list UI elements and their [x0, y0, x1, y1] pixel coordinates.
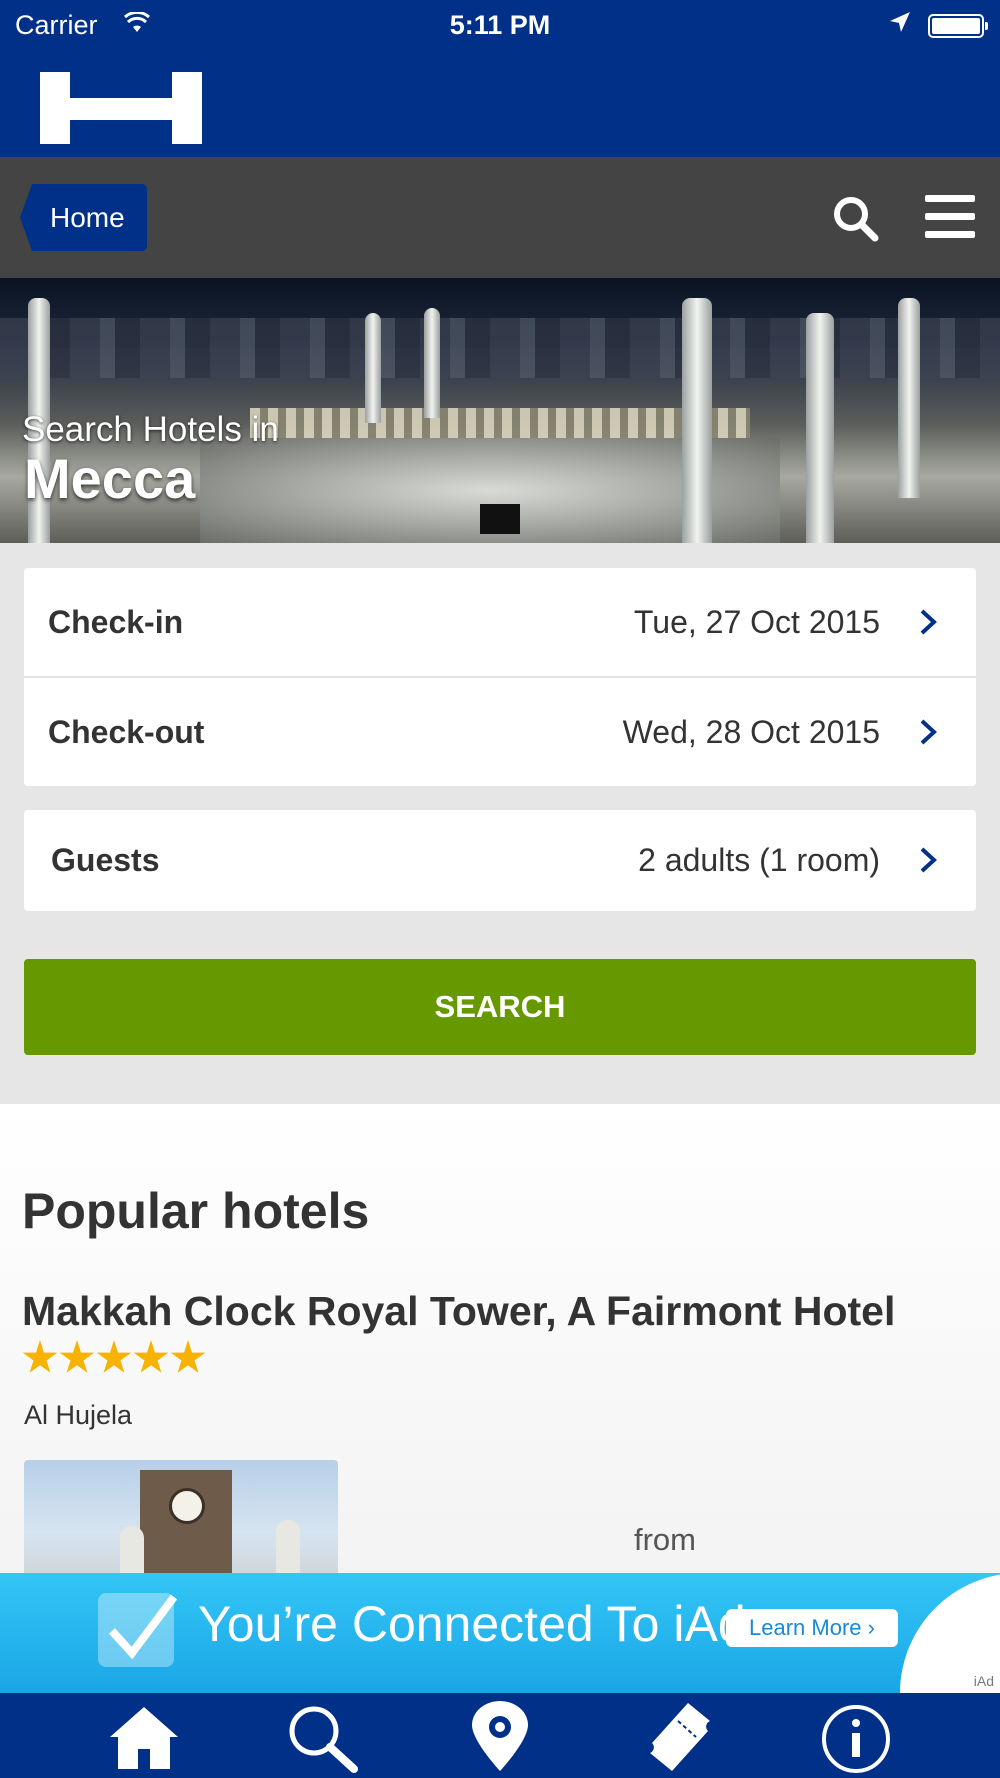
chevron-right-icon [920, 609, 937, 635]
star-icon [59, 1340, 95, 1373]
guests-row[interactable]: Guests 2 adults (1 room) [24, 806, 976, 914]
hotel-district: Al Hujela [24, 1400, 133, 1430]
iad-banner[interactable]: You’re Connected To iAd Learn More › iAd [0, 1573, 1000, 1693]
star-icon [22, 1340, 58, 1373]
battery-icon [928, 14, 988, 38]
minaret [806, 313, 834, 543]
search-form: Check-in Tue, 27 Oct 2015 Check-out Wed,… [0, 543, 1000, 1104]
chevron-right-icon [920, 847, 937, 873]
clock-time: 5:11 PM [449, 10, 551, 40]
checkmark-icon [98, 1593, 178, 1667]
guests-card: Guests 2 adults (1 room) [24, 810, 976, 911]
popular-hotels-heading: Popular hotels [22, 1183, 370, 1239]
search-icon[interactable] [282, 1701, 362, 1773]
map-pin-icon[interactable] [460, 1701, 540, 1773]
location-arrow-icon [888, 10, 912, 41]
dates-card: Check-in Tue, 27 Oct 2015 Check-out Wed,… [24, 568, 976, 786]
info-icon[interactable] [816, 1701, 896, 1773]
hotels-h-logo [40, 72, 202, 144]
ad-headline: You’re Connected To iAd [198, 1596, 746, 1652]
checkout-label: Check-out [48, 714, 205, 750]
clock-face [169, 1488, 205, 1524]
price-from-label: from [634, 1522, 696, 1557]
minaret [365, 313, 381, 423]
search-button[interactable]: SEARCH [24, 959, 976, 1055]
ticket-icon[interactable] [638, 1701, 718, 1773]
popular-hotels-section: Popular hotels Makkah Clock Royal Tower,… [0, 1104, 1000, 1580]
bottom-tab-bar [0, 1693, 1000, 1778]
checkin-row[interactable]: Check-in Tue, 27 Oct 2015 [24, 568, 976, 678]
guests-value: 2 adults (1 room) [638, 842, 880, 878]
guests-label: Guests [51, 842, 160, 878]
minaret [682, 298, 712, 543]
status-bar: Carrier 5:11 PM [0, 0, 1000, 50]
home-back-button[interactable]: Home [20, 184, 147, 251]
checkin-label: Check-in [48, 604, 184, 640]
minaret [424, 308, 440, 418]
star-icon [170, 1340, 206, 1373]
search-icon[interactable] [832, 195, 880, 243]
star-icon [96, 1340, 132, 1373]
hero-banner: Search Hotels in Mecca [0, 278, 1000, 543]
hotel-photo[interactable] [24, 1460, 338, 1580]
checkout-row[interactable]: Check-out Wed, 28 Oct 2015 [24, 678, 976, 786]
home-icon[interactable] [104, 1701, 184, 1773]
learn-more-button[interactable]: Learn More › [726, 1609, 898, 1647]
hero-city-title: Mecca [24, 447, 196, 510]
iad-badge: iAd [973, 1673, 994, 1689]
chevron-right-icon [920, 719, 937, 745]
hero-subtitle: Search Hotels in [22, 410, 279, 449]
star-icon [133, 1340, 169, 1373]
nav-bar: Home [0, 157, 1000, 278]
hotel-name[interactable]: Makkah Clock Royal Tower, A Fairmont Hot… [22, 1288, 895, 1335]
brand-header [0, 50, 1000, 157]
kaaba-shape [480, 504, 520, 534]
minaret [898, 298, 920, 498]
checkout-value: Wed, 28 Oct 2015 [622, 714, 880, 750]
star-rating [22, 1340, 207, 1376]
hamburger-menu-icon[interactable] [925, 195, 975, 241]
checkin-value: Tue, 27 Oct 2015 [633, 604, 880, 640]
